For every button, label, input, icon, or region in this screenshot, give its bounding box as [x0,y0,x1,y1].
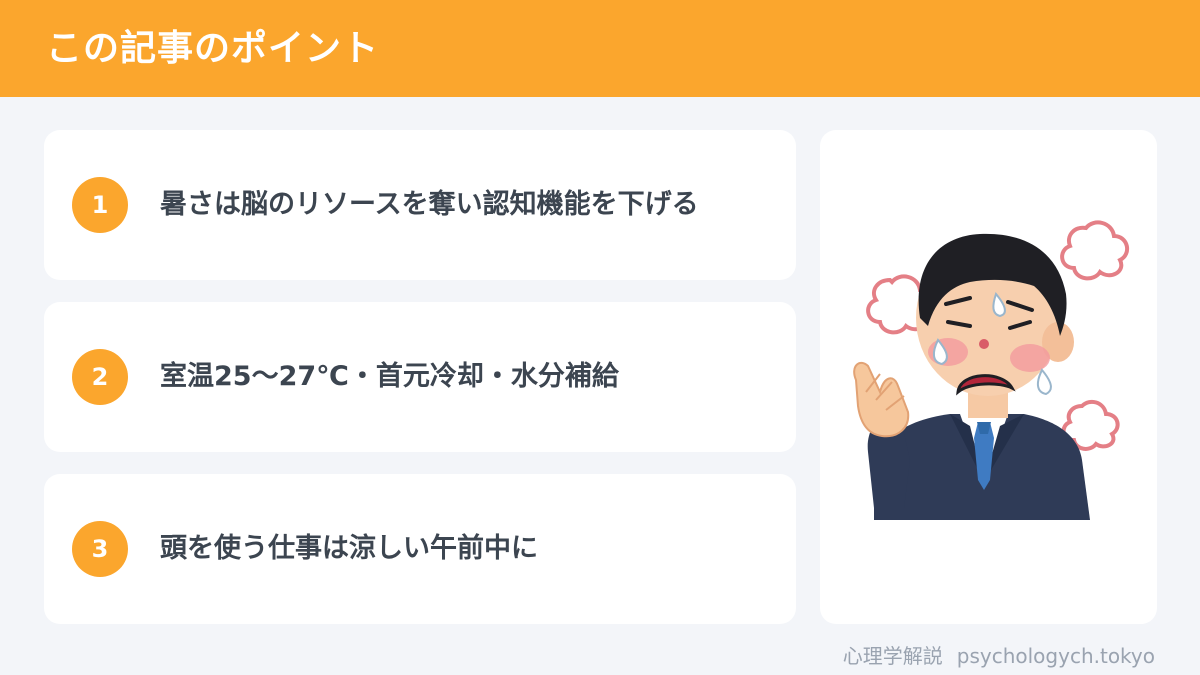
illustration-card [820,130,1157,624]
header-bar: この記事のポイント [0,0,1200,97]
point-card-3: 3 頭を使う仕事は涼しい午前中に [44,474,796,624]
point-number-badge: 3 [72,521,128,577]
point-card-2: 2 室温25〜27℃・首元冷却・水分補給 [44,302,796,452]
site-domain: psychologych.tokyo [956,644,1155,668]
footer-credit: 心理学解説 psychologych.tokyo [843,643,1155,669]
point-number-badge: 1 [72,177,128,233]
page-title: この記事のポイント [46,28,380,69]
point-text: 室温25〜27℃・首元冷却・水分補給 [160,361,619,392]
point-number-badge: 2 [72,349,128,405]
hot-exhausted-businessman-icon [853,220,1130,520]
site-name: 心理学解説 [842,644,943,668]
point-card-1: 1 暑さは脳のリソースを奪い認知機能を下げる [44,130,796,280]
point-text: 頭を使う仕事は涼しい午前中に [160,533,538,564]
point-text: 暑さは脳のリソースを奪い認知機能を下げる [160,189,699,220]
